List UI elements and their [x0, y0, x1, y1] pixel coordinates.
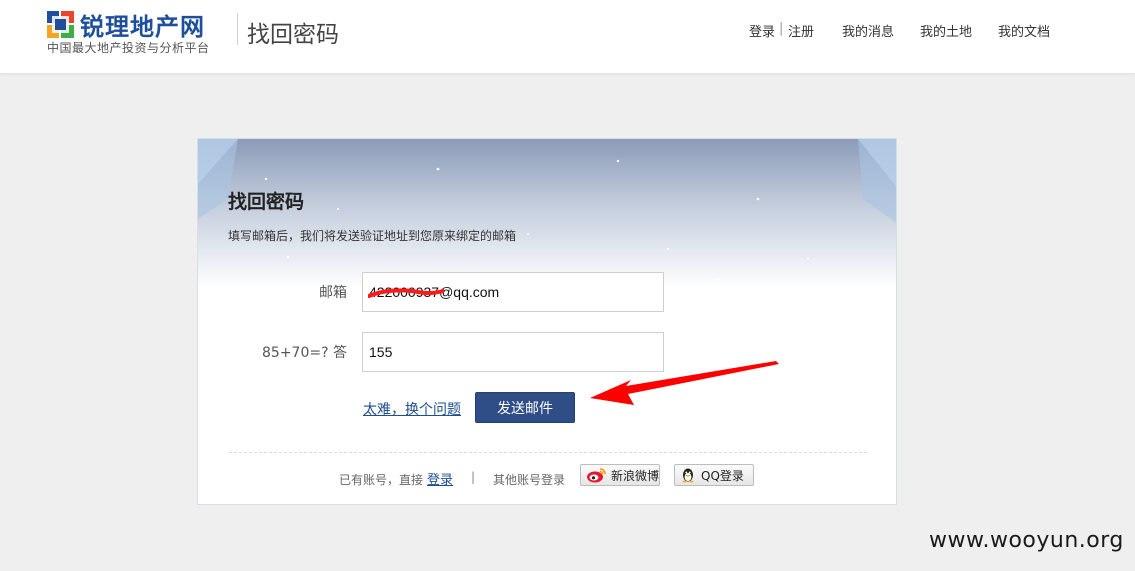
- page-heading: 找回密码: [247, 22, 339, 48]
- other-login-text: 其他账号登录: [493, 473, 566, 487]
- divider: [229, 452, 867, 453]
- qq-login-label: QQ登录: [701, 468, 744, 483]
- footer-login-link[interactable]: 登录: [427, 469, 453, 488]
- header-divider: [237, 13, 238, 45]
- card-title: 找回密码: [228, 191, 305, 213]
- logo-mark-icon[interactable]: [47, 11, 74, 38]
- nav-separator: |: [779, 21, 784, 36]
- nav-land-link[interactable]: 我的土地: [920, 21, 972, 40]
- nav-register-link[interactable]: 注册: [788, 21, 814, 40]
- weibo-login-label: 新浪微博: [611, 468, 660, 483]
- qq-penguin-icon: [682, 468, 694, 483]
- logo-subtitle: 中国最大地产投资与分析平台: [47, 41, 210, 55]
- nav-messages-link[interactable]: 我的消息: [842, 21, 894, 40]
- site-header: 锐理地产网 中国最大地产投资与分析平台 找回密码 登录 | 注册 我的消息 我的…: [0, 0, 1135, 74]
- password-recovery-card: 找回密码 填写邮箱后，我们将发送验证地址到您原来绑定的邮箱 邮箱 85+70=?…: [197, 138, 897, 505]
- email-field[interactable]: [362, 272, 664, 312]
- logo-title[interactable]: 锐理地产网: [80, 7, 205, 42]
- nav-documents-link[interactable]: 我的文档: [998, 21, 1050, 40]
- email-label: 邮箱: [319, 285, 347, 301]
- send-email-button[interactable]: 发送邮件: [475, 392, 575, 423]
- footer-separator: |: [471, 470, 476, 484]
- have-account-text: 已有账号，直接: [339, 473, 424, 487]
- captcha-answer-field[interactable]: [362, 332, 664, 372]
- qq-login-button[interactable]: QQ登录: [674, 464, 754, 486]
- weibo-icon: [587, 468, 606, 483]
- change-question-link[interactable]: 太难，换个问题: [363, 399, 461, 419]
- weibo-login-button[interactable]: 新浪微博: [580, 464, 660, 486]
- captcha-label: 85+70=? 答: [262, 345, 347, 361]
- card-description: 填写邮箱后，我们将发送验证地址到您原来绑定的邮箱: [228, 229, 517, 243]
- card-banner-background: [198, 139, 896, 289]
- watermark: www.wooyun.org: [929, 528, 1124, 553]
- nav-login-link[interactable]: 登录: [749, 21, 775, 40]
